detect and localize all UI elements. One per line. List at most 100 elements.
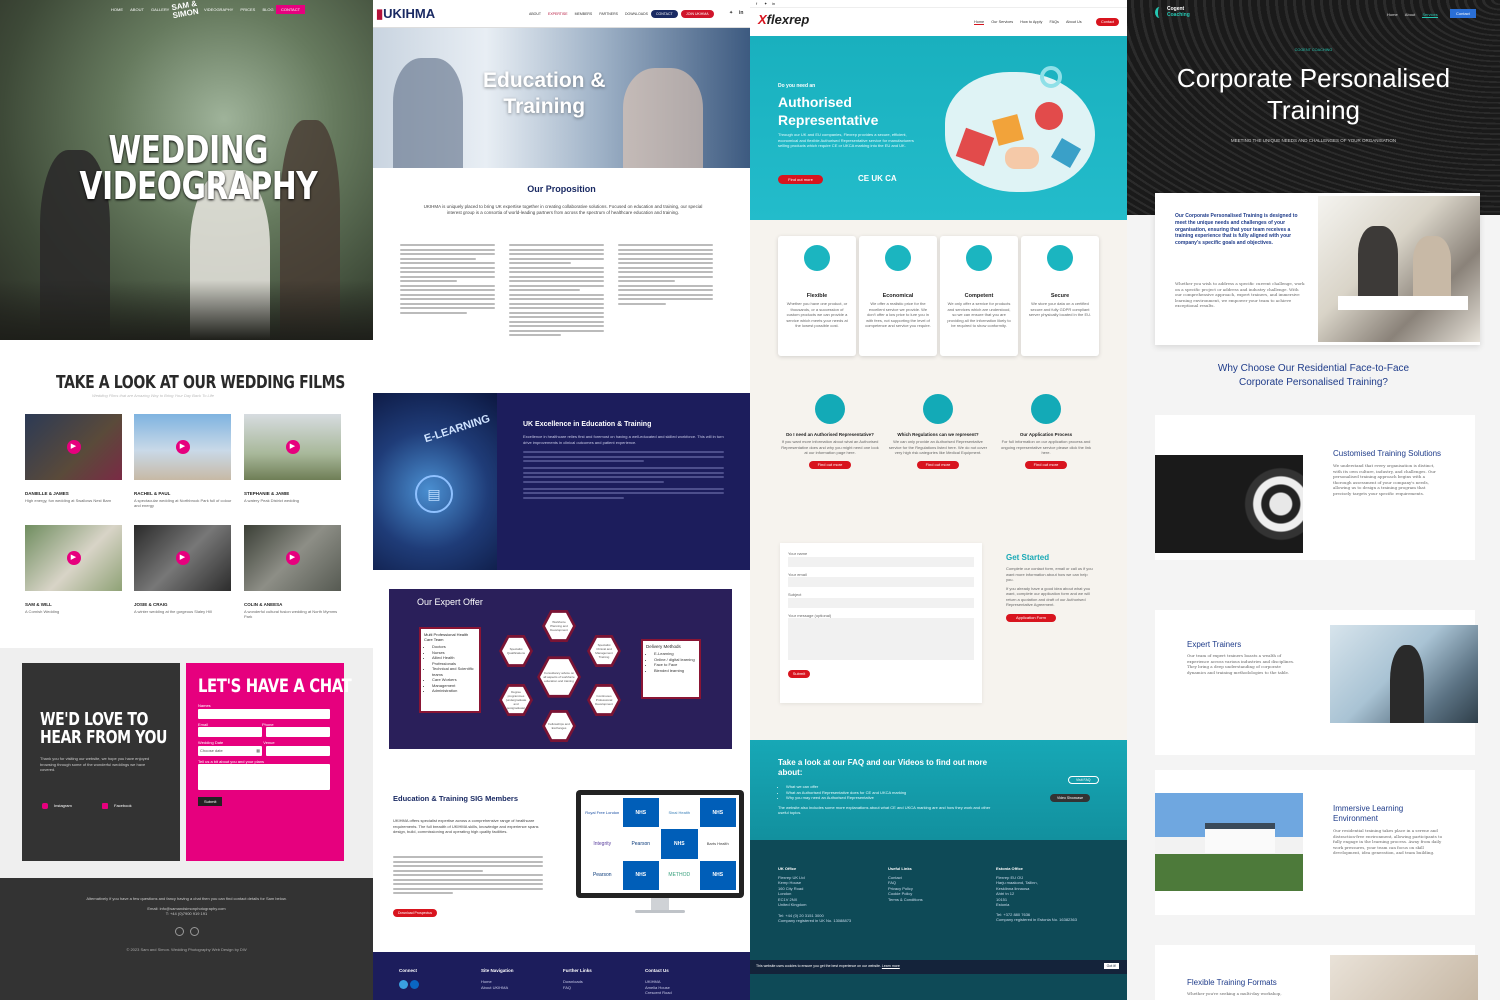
nav-about[interactable]: About Us <box>1066 20 1082 24</box>
play-icon[interactable]: ▶ <box>66 551 81 565</box>
wedding-date-input[interactable]: Choose date ▦ <box>198 745 262 756</box>
play-icon[interactable]: ▶ <box>175 440 190 454</box>
footer-social <box>0 923 373 941</box>
nav-apply[interactable]: How to Apply <box>1020 20 1042 24</box>
film-title[interactable]: RACHEL & PAUL <box>134 491 170 496</box>
hero-title-line-1: Corporate Personalised <box>1176 63 1451 93</box>
linkedin-icon[interactable] <box>409 980 419 989</box>
nav-about[interactable]: About <box>1405 12 1415 17</box>
submit-button[interactable]: Submit <box>788 670 810 678</box>
email-input[interactable] <box>198 727 262 737</box>
application-form-button[interactable]: Application Form <box>1006 613 1056 622</box>
footer-link[interactable]: Downloads <box>563 979 583 985</box>
cookie-accept-button[interactable]: Got it! <box>1103 963 1119 969</box>
nav-home[interactable]: Home <box>974 20 985 25</box>
footer-line: United Kingdom <box>778 902 807 907</box>
nav-services[interactable]: Our Services <box>991 20 1013 24</box>
nav-about[interactable]: ABOUT <box>130 7 144 12</box>
date-placeholder: Choose date <box>200 747 223 753</box>
twitter-icon[interactable]: ✦ <box>764 1 767 6</box>
proposition-text: UKIHMA is uniquely placed to bring UK ex… <box>423 204 703 215</box>
facebook-link[interactable]: Facebook <box>102 803 132 809</box>
nav-blog[interactable]: BLOG <box>262 7 273 12</box>
play-icon[interactable]: ▶ <box>66 440 81 454</box>
nav-members[interactable]: MEMBERS <box>575 12 593 16</box>
feature-card-flexible: Flexible Whether you have one product, or… <box>778 236 856 356</box>
gear-icon <box>1040 66 1062 88</box>
video-showcase-button[interactable]: Video Showcase <box>1050 794 1091 802</box>
find-out-more-button[interactable]: Find out more <box>809 460 851 469</box>
instagram-icon[interactable] <box>189 926 199 936</box>
offer-left-title: Multi Professional Health Care Team <box>424 632 469 642</box>
twitter-icon[interactable]: ✦ <box>729 10 733 16</box>
film-title[interactable]: DANIELLE & JAMES <box>25 491 69 496</box>
film-thumb-2[interactable]: ▶ <box>134 414 231 480</box>
header-bar: ▮UKIHMA ABOUT EXPERTISE MEMBERS PARTNERS… <box>373 0 750 28</box>
puzzle-illustration <box>945 72 1095 192</box>
twitter-icon[interactable] <box>399 980 408 989</box>
venue-input[interactable] <box>266 745 330 756</box>
footer-link[interactable]: Terms & Conditions <box>888 897 923 903</box>
ukihma-logo[interactable]: ▮UKIHMA <box>376 6 435 22</box>
cogent-logo[interactable]: Cogent Coaching <box>1155 6 1190 18</box>
film-thumb-3[interactable]: ▶ <box>244 414 341 480</box>
film-card-6: COLIN & ANEESA A wonderful cultural fusio… <box>244 602 344 620</box>
feature-text: Our residential training takes place in … <box>1333 828 1443 855</box>
plans-textarea[interactable] <box>198 764 330 790</box>
join-button[interactable]: JOIN UKIHMA <box>681 10 714 18</box>
film-title[interactable]: STEPHANIE & JAMIE <box>244 491 289 496</box>
nav-prices[interactable]: PRICES <box>240 7 255 12</box>
footer-link[interactable]: FAQ <box>563 985 583 991</box>
find-out-more-button[interactable]: Find out more <box>917 460 959 469</box>
linkedin-icon[interactable]: in <box>772 1 775 6</box>
download-prospectus-button[interactable]: Download Prospectus <box>393 909 437 917</box>
nav-videography[interactable]: VIDEOGRAPHY <box>204 7 233 12</box>
hero-title-line-2: Representative <box>778 112 879 128</box>
nav-services[interactable]: Services <box>1422 12 1438 18</box>
play-icon[interactable]: ▶ <box>285 551 300 565</box>
nav-contact-button[interactable]: CONTACT <box>276 5 306 14</box>
instagram-link[interactable]: Instagram <box>42 803 72 809</box>
find-out-more-button[interactable]: Find out more <box>1025 460 1067 469</box>
names-input[interactable] <box>198 708 330 719</box>
play-icon[interactable]: ▶ <box>285 440 300 454</box>
contact-button[interactable]: Contact <box>1096 18 1120 26</box>
flexrep-logo[interactable]: Xflexrep <box>758 12 809 27</box>
facebook-icon[interactable]: f <box>756 1 757 6</box>
film-thumb-4[interactable]: ▶ <box>25 525 122 591</box>
footer-phone[interactable]: T: +44 (0)7900 919 191 <box>0 911 373 917</box>
facebook-icon[interactable] <box>174 926 184 936</box>
phone-input[interactable] <box>266 727 330 737</box>
email-input[interactable] <box>788 577 974 587</box>
film-title[interactable]: JOSIE & CRAIG <box>134 602 168 607</box>
film-thumb-6[interactable]: ▶ <box>244 525 341 591</box>
hero-find-out-button[interactable]: Find out more <box>778 175 823 184</box>
film-thumb-1[interactable]: ▶ <box>25 414 122 480</box>
cookie-bar: This website uses cookies to ensure you … <box>750 960 1127 974</box>
film-thumb-5[interactable]: ▶ <box>134 525 231 591</box>
partner-logo: NHS <box>622 798 659 828</box>
visit-faq-button[interactable]: Visit FAQ <box>1068 776 1099 784</box>
film-title[interactable]: SAM & WILL <box>25 602 52 607</box>
meeting-photo <box>1318 196 1480 342</box>
nav-expertise[interactable]: EXPERTISE <box>548 12 568 16</box>
linkedin-icon[interactable]: in <box>739 10 743 16</box>
contact-button[interactable]: CONTACT <box>651 10 678 18</box>
play-icon[interactable]: ▶ <box>175 551 190 565</box>
nav-about[interactable]: ABOUT <box>529 12 541 16</box>
message-textarea[interactable] <box>788 618 974 660</box>
film-title[interactable]: COLIN & ANEESA <box>244 602 282 607</box>
footer-link[interactable]: About UKIHMA <box>481 985 508 991</box>
subject-input[interactable] <box>788 597 974 608</box>
nav-partners[interactable]: PARTNERS <box>599 12 618 16</box>
contact-form: Your name Your email Subject Your messag… <box>780 543 982 703</box>
nav-home[interactable]: HOME <box>111 7 123 12</box>
name-input[interactable] <box>788 556 974 567</box>
submit-button[interactable]: Submit <box>198 797 223 806</box>
contact-button[interactable]: Contact <box>1450 9 1476 18</box>
nav-home[interactable]: Home <box>1387 12 1398 17</box>
nav-faqs[interactable]: FAQs <box>1049 20 1059 24</box>
cookie-learn-more-link[interactable]: Learn more <box>882 964 900 968</box>
nav-downloads[interactable]: DOWNLOADS <box>625 12 648 16</box>
partner-logo: NHS <box>622 860 659 890</box>
